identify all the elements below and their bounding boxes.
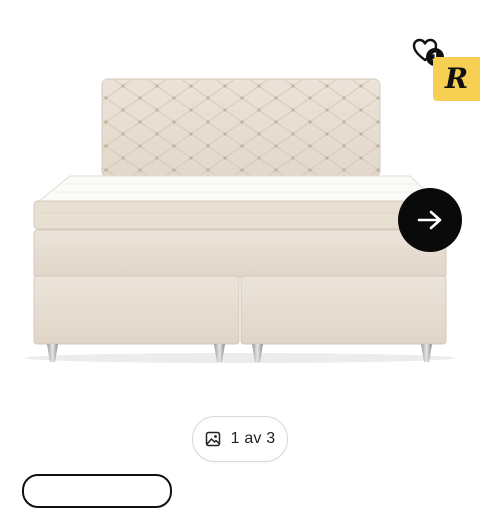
bottom-button-partial[interactable]	[22, 474, 172, 508]
brand-badge-letter: R	[444, 62, 469, 95]
image-icon	[205, 431, 220, 447]
image-counter[interactable]: 1 av 3	[192, 416, 288, 462]
image-counter-label: 1 av 3	[230, 430, 276, 447]
product-gallery: 1 R 1 av 3	[0, 0, 480, 508]
brand-badge[interactable]: R	[433, 57, 480, 101]
next-image-button[interactable]	[398, 188, 462, 252]
arrow-right-icon	[417, 210, 442, 230]
